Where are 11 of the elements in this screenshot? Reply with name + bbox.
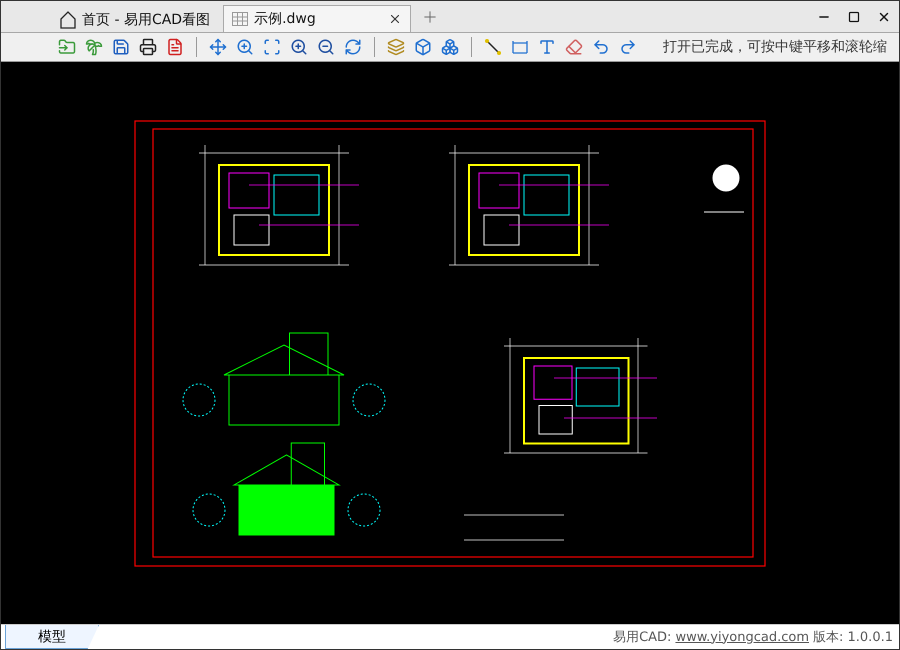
grid-icon [232,12,248,26]
maximize-icon [848,11,860,23]
version-label: 版本: 1.0.0.1 [813,629,893,646]
document-tab[interactable]: 首页 - 易用CAD看图 [51,6,220,32]
layout-tab[interactable]: 模型 [5,625,99,649]
house-icon [60,10,76,28]
status-message: 打开已完成，可按中键平移和滚轮缩 [663,38,887,56]
close-icon [877,10,891,24]
website-link[interactable]: www.yiyongcad.com [675,630,809,644]
document-tab[interactable]: 示例.dwg [223,5,411,32]
product-label: 易用CAD: [613,629,672,646]
